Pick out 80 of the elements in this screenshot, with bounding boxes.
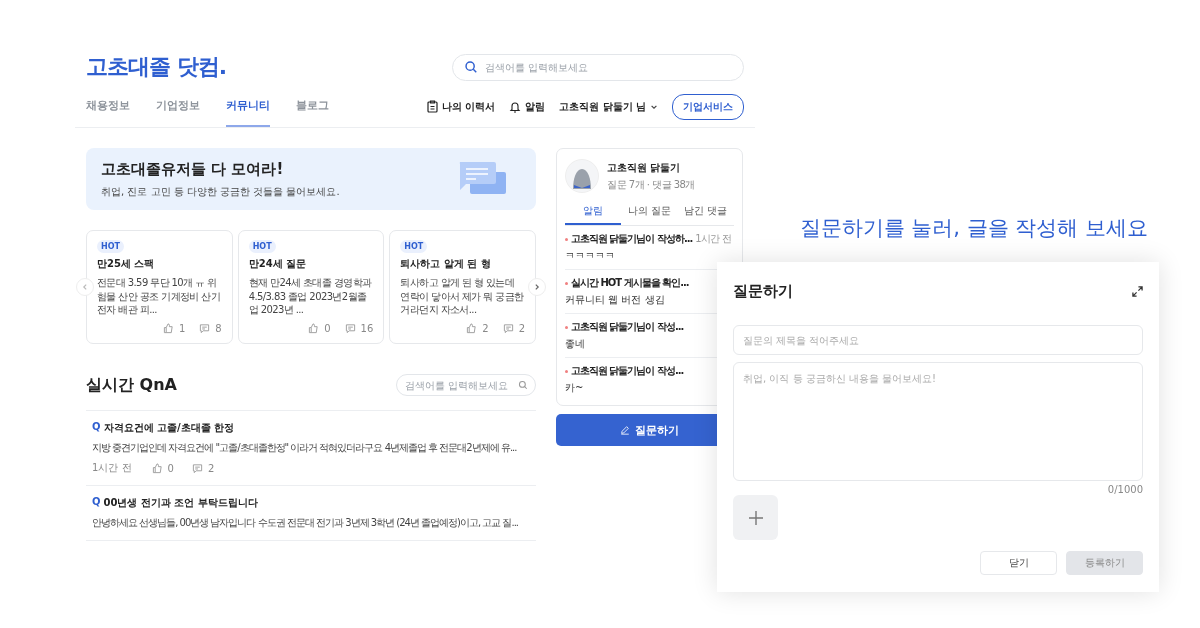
hot-badge: HOT — [97, 240, 124, 253]
pencil-icon — [620, 425, 630, 435]
like-count: 0 — [167, 462, 174, 474]
question-time: 1시간 전 — [92, 461, 132, 475]
hot-badge: HOT — [400, 240, 428, 253]
comment-count: 2 — [207, 462, 215, 474]
resume-link[interactable]: 나의 이력서 — [426, 99, 496, 114]
character-counter: 0/1000 — [1107, 484, 1143, 495]
next-button[interactable] — [528, 278, 546, 296]
comment-count: 8 — [215, 323, 222, 334]
profile-stats: 질문 7개 · 댓글 38개 — [607, 177, 695, 192]
profile-tab[interactable]: 알림 — [565, 199, 622, 225]
search-field[interactable]: 검색어를 입력해보세요 — [452, 53, 744, 81]
thumbs-up-icon — [162, 323, 174, 334]
notification-body: ㅋㅋㅋㅋㅋ — [565, 249, 616, 263]
comment-icon — [502, 323, 514, 334]
notification-title: 고초직원 닭둘기님이 작성... — [571, 320, 684, 334]
banner-title: 고초대졸유저들 다 모여라! — [101, 159, 285, 179]
question-title[interactable]: Q 00년생 전기과 조언 부탁드립니다 — [92, 496, 530, 510]
question-excerpt: 지방 중견기업인데 자격요건에 "고졸/초대졸한정" 이라거 적혀있더라구요 4년제졸업 후 전문대2년제에 유... — [92, 441, 518, 455]
content-field[interactable]: 취업, 이직 등 궁금하신 내용을 물어보세요! — [733, 362, 1143, 481]
avatar — [565, 159, 599, 193]
unread-dot — [565, 237, 568, 241]
question-excerpt: 안녕하세요 선생님들, 00년생 남자입니다 수도권 전문대 전기과 3년제 3학년 (24년 졸업예정)이고, 고교 질... — [92, 516, 519, 530]
comment-icon — [199, 323, 211, 334]
unread-dot — [565, 369, 568, 373]
thumbs-up-icon — [308, 323, 320, 334]
add-attachment-button[interactable] — [733, 495, 778, 540]
caption: 질문하기를 눌러, 글을 작성해 보세요 — [799, 215, 1148, 242]
notification-body: 좋네 — [565, 337, 586, 351]
post-excerpt: 전문대 3.59 무단 10개 ㅠ 위험물 산안 공조 기계정비 산기 전자 배관 피... — [97, 276, 222, 317]
profile-tab[interactable]: 나의 질문 — [621, 199, 678, 225]
thumbs-up-icon — [466, 323, 478, 334]
close-button[interactable]: 닫기 — [980, 551, 1057, 575]
banner-subtitle: 취업, 진로 고민 등 다양한 궁금한 것들을 물어보세요. — [101, 184, 340, 199]
chevron-left-icon — [81, 283, 89, 291]
previous-button[interactable] — [76, 278, 94, 296]
question-title[interactable]: Q 자격요건에 고졸/초대졸 한정 — [92, 421, 530, 435]
post-excerpt: 현재 만24세 초대졸 경영학과 4.5/3.83 졸업 2023년2월졸업 2023년 ... — [248, 276, 373, 317]
notification-title: 고초직원 닭둘기님이 작성하... — [571, 232, 693, 246]
expand-icon[interactable] — [1132, 286, 1143, 297]
like-count: 0 — [324, 323, 331, 334]
comment-count: 16 — [360, 323, 374, 334]
bell-icon — [509, 100, 522, 113]
notification-title: 고초직원 닭둘기님이 작성... — [571, 364, 684, 378]
search-icon — [518, 380, 528, 390]
notification-body: 카~ — [565, 381, 585, 395]
section-title: 실시간 QnA — [86, 374, 177, 396]
like-count: 1 — [178, 323, 186, 334]
business-service-button[interactable]: 기업서비스 — [672, 93, 744, 120]
plus-icon — [748, 510, 763, 525]
comment-icon — [344, 323, 356, 334]
clipboard-icon — [426, 100, 438, 113]
unread-dot — [565, 281, 568, 285]
comment-icon — [191, 462, 203, 474]
notification-item[interactable]: 고초직원 닭둘기님이 작성... 카~ — [565, 358, 734, 401]
notification-body: 커뮤니티 웹 버전 생김 — [565, 293, 666, 307]
profile-tab[interactable]: 남긴 댓글 — [677, 199, 734, 225]
title-field[interactable]: 질문의 제목을 적어주세요 — [733, 325, 1143, 355]
nav-tab[interactable]: 커뮤니티 — [226, 86, 270, 127]
chevron-right-icon — [533, 283, 541, 291]
qna-search-field[interactable]: 검색어를 입력해보세요 — [396, 374, 536, 396]
post-title: 퇴사하고 알게 된 형 — [400, 257, 492, 271]
post-card[interactable]: HOT 만24세 질문 현재 만24세 초대졸 경영학과 4.5/3.83 졸업 2023년2월졸업 2023년 ... 0 16 — [237, 230, 385, 344]
notification-title: 실시간 HOT 게시물을 확인... — [571, 276, 689, 290]
thumbs-up-icon — [151, 462, 163, 474]
user-menu[interactable]: 고초직원 닭둘기 님 — [559, 99, 658, 114]
unread-dot — [565, 325, 568, 329]
dialog-title: 질문하기 — [733, 282, 793, 301]
hot-badge: HOT — [248, 240, 276, 253]
post-title: 만25세 스팩 — [97, 257, 156, 271]
search-icon — [464, 60, 478, 74]
like-count: 2 — [482, 323, 489, 334]
post-title: 만24세 질문 — [248, 257, 308, 271]
logo[interactable]: 고초대졸 닷컴. — [86, 52, 227, 82]
profile-name: 고초직원 닭둘기 — [607, 160, 682, 175]
post-excerpt: 퇴사하고 알게 된 형 있는데 연락이 닿아서 제가 뭐 궁금한거라던지 자소서... — [400, 276, 525, 317]
alerts-link[interactable]: 알림 — [509, 99, 546, 114]
comment-count: 2 — [518, 323, 525, 334]
notification-time: 1시간 전 — [695, 232, 731, 246]
